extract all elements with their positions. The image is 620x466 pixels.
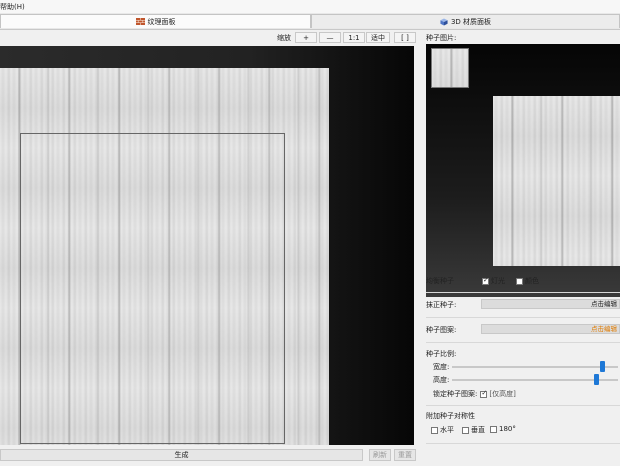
generate-button[interactable]: 生成 <box>0 449 363 461</box>
seed-image-label: 种子图片: <box>426 34 457 42</box>
lighting-label: 灯光 <box>491 277 505 285</box>
tab-bar: 纹理面板 3D 材质面板 <box>0 13 620 30</box>
checkbox-box[interactable] <box>516 277 523 285</box>
cube-icon <box>440 17 448 26</box>
zoom-label: 缩放 <box>277 34 291 42</box>
tab-label: 3D 材质面板 <box>450 17 492 26</box>
divider <box>426 317 620 318</box>
divider <box>426 443 620 444</box>
horizontal-label: 水平 <box>440 426 454 434</box>
tab-label: 纹理面板 <box>147 17 176 26</box>
horizontal-checkbox[interactable]: 水平 <box>431 425 454 435</box>
lock-checkbox[interactable] <box>480 389 488 398</box>
actual-size-button[interactable]: 1:1 <box>343 32 365 43</box>
divider <box>426 292 620 293</box>
brick-icon <box>135 18 145 25</box>
extra-symmetry-label: 附加种子对称性 <box>426 412 475 420</box>
zoom-out-button[interactable]: — <box>319 32 341 43</box>
vertical-checkbox[interactable]: 垂直 <box>462 425 485 435</box>
rotate-180-checkbox[interactable]: 180° <box>490 425 516 433</box>
reset-button[interactable]: 重置 <box>394 449 416 461</box>
checkbox-box[interactable] <box>490 425 497 433</box>
menu-bar: 帮助(H) <box>0 0 620 14</box>
balance-seed-label: 均衡种子 <box>426 277 454 285</box>
divider <box>426 405 620 406</box>
width-label: 宽度: <box>433 363 450 371</box>
tab-3d-material-panel[interactable]: 3D 材质面板 <box>311 14 620 28</box>
seed-image-preview <box>493 96 620 266</box>
zoom-in-button[interactable]: + <box>295 32 317 43</box>
seed-scale-label: 种子比例: <box>426 350 457 358</box>
refresh-button[interactable]: 刷新 <box>369 449 391 461</box>
height-slider-handle[interactable] <box>593 374 599 385</box>
tile-selection-frame[interactable] <box>20 133 285 444</box>
erase-seed-edit-field[interactable]: 点击编辑 <box>481 299 620 309</box>
lock-label: 锁定种子图案: <box>433 390 478 398</box>
height-slider-track[interactable] <box>452 374 618 385</box>
view-toolbar: 缩放 + — 1:1 适中 [ ] <box>0 30 418 44</box>
checkbox-box[interactable] <box>462 426 469 434</box>
width-slider-handle[interactable] <box>600 361 606 372</box>
width-slider-track[interactable] <box>452 361 618 372</box>
seed-panel: 种子图片: 均衡种子 灯光 颜色 抹正种子: 点击编辑 种子图案: 点击编辑 种… <box>424 30 620 466</box>
lock-value: [仅高度] <box>489 390 516 398</box>
lighting-checkbox[interactable]: 灯光 <box>482 276 505 286</box>
checkbox-box[interactable] <box>431 426 438 434</box>
seed-pattern-edit-field[interactable]: 点击编辑 <box>481 324 620 334</box>
height-label: 高度: <box>433 376 450 384</box>
lock-seed-pattern-row: 锁定种子图案: [仅高度] <box>433 389 516 399</box>
texture-canvas[interactable] <box>0 46 414 445</box>
divider <box>426 342 620 343</box>
seed-pattern-label: 种子图案: <box>426 326 457 334</box>
vertical-label: 垂直 <box>471 426 485 434</box>
frame-button[interactable]: [ ] <box>394 32 416 43</box>
generated-texture <box>0 68 329 445</box>
seed-thumbnail[interactable] <box>431 48 469 88</box>
checkbox-box[interactable] <box>482 276 489 285</box>
seed-image-viewer[interactable] <box>426 44 620 297</box>
generate-bar: 生成 刷新 重置 <box>0 449 418 462</box>
erase-seed-label: 抹正种子: <box>426 301 457 309</box>
tab-texture-panel[interactable]: 纹理面板 <box>0 14 311 28</box>
color-checkbox[interactable]: 颜色 <box>516 276 539 286</box>
menu-help[interactable]: 帮助(H) <box>0 2 25 12</box>
rotate-label: 180° <box>499 425 516 433</box>
fit-button[interactable]: 适中 <box>366 32 390 43</box>
color-label: 颜色 <box>525 277 539 285</box>
